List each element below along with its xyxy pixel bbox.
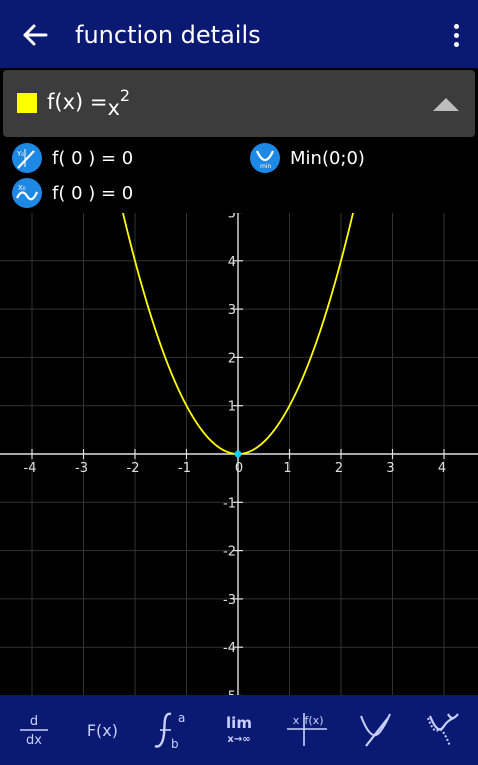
minimum-row: min Min(0;0)	[250, 143, 365, 173]
table-x-label: x	[293, 714, 300, 727]
limit-bottom: x→∞	[227, 734, 250, 745]
y-tick-label: -1	[223, 496, 236, 511]
x-tick-label: 1	[283, 461, 291, 476]
zero-row: X₀ f( 0 ) = 0	[12, 178, 133, 208]
x-tick-label: -4	[24, 461, 37, 476]
y-tick-label: 5	[228, 213, 236, 222]
y-tick-label: -2	[223, 545, 236, 560]
svg-text:Y₀: Y₀	[16, 150, 24, 158]
function-expression: f(x) =x2	[47, 86, 131, 120]
function-color-swatch[interactable]	[17, 93, 37, 113]
y-intercept-icon: Y₀	[12, 143, 42, 173]
limit-top: lim	[226, 714, 252, 732]
more-vert-icon[interactable]	[446, 18, 466, 52]
function-card[interactable]: f(x) =x2	[3, 70, 475, 137]
derivative-den: dx	[26, 733, 42, 748]
x-tick-label: -3	[75, 461, 88, 476]
collapse-triangle-icon[interactable]	[431, 94, 461, 114]
x-tick-label: 3	[386, 461, 394, 476]
y-tick-label: -3	[223, 593, 236, 608]
svg-text:X₀: X₀	[18, 184, 26, 192]
integral-lower: b	[171, 737, 179, 751]
y-tick-label: 3	[228, 303, 236, 318]
app-bar: function details	[0, 0, 478, 68]
y-tick-label: -4	[223, 641, 236, 656]
integral-button[interactable]: a b	[145, 704, 197, 756]
value-table-button[interactable]: x f(x)	[281, 704, 333, 756]
back-arrow-icon[interactable]	[18, 18, 52, 52]
antiderivative-label: F(x)	[86, 720, 118, 740]
x-tick-label: -1	[178, 461, 191, 476]
derivative-button[interactable]: d dx	[8, 704, 60, 756]
y-intercept-text: f( 0 ) = 0	[52, 147, 134, 169]
y-intercept-row: Y₀ f( 0 ) = 0	[12, 143, 133, 173]
svg-text:min: min	[260, 163, 272, 170]
zero-icon: X₀	[12, 178, 42, 208]
y-tick-label: 4	[228, 255, 236, 270]
page-title: function details	[75, 21, 261, 49]
extremum-point[interactable]	[234, 450, 242, 458]
y-tick-label: 2	[228, 351, 236, 366]
x-tick-label: 2	[335, 461, 343, 476]
tangent-icon[interactable]	[350, 704, 402, 756]
x-tick-label: 4	[438, 461, 446, 476]
function-exponent: 2	[119, 86, 131, 105]
zero-text: f( 0 ) = 0	[52, 182, 134, 204]
x-tick-label: 0	[235, 461, 243, 476]
function-variable: x	[107, 96, 120, 120]
extremum-icon[interactable]	[418, 704, 470, 756]
function-prefix: f(x) =	[47, 90, 108, 114]
derivative-num: d	[30, 714, 38, 729]
bottom-toolbar: d dx F(x) a b lim x→∞ x f(x)	[0, 695, 478, 765]
table-fx-label: f(x)	[305, 714, 324, 727]
minimum-text: Min(0;0)	[290, 147, 365, 169]
limit-button[interactable]: lim x→∞	[213, 704, 265, 756]
y-tick-label: 1	[228, 400, 236, 415]
function-graph[interactable]: -4-3-2-101234-5-4-3-2-112345	[0, 213, 478, 695]
minimum-icon: min	[250, 143, 280, 173]
antiderivative-button[interactable]: F(x)	[76, 704, 128, 756]
integral-upper: a	[178, 711, 185, 725]
x-tick-label: -2	[127, 461, 140, 476]
